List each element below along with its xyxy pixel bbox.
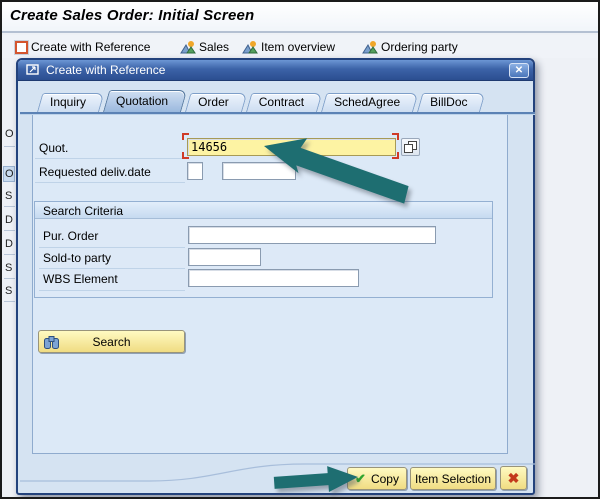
quot-label: Quot. (39, 141, 69, 155)
pur-order-field[interactable] (188, 226, 436, 244)
screenshot-root: Create Sales Order: Initial Screen Creat… (0, 0, 600, 499)
red-x-icon: ✖ (507, 469, 520, 486)
create-with-reference-dialog: Create with Reference ✕ Inquiry Quotatio… (16, 58, 535, 495)
item-selection-label: Item Selection (414, 471, 492, 486)
mountains-icon (180, 41, 196, 54)
search-criteria-header: Search Criteria (35, 202, 492, 219)
copy-icon[interactable] (401, 138, 420, 156)
background-screen-left-edge: O O S D D S S (2, 102, 15, 362)
item-selection-button[interactable]: Item Selection (410, 467, 496, 490)
row-divider (39, 268, 185, 269)
focus-bracket (182, 133, 189, 140)
focus-bracket (392, 152, 399, 159)
quotation-tab-panel: Quot. Requested deliv.date (32, 115, 508, 454)
toolbar-item-ordering-party[interactable]: Ordering party (362, 38, 458, 56)
row-divider (35, 158, 185, 159)
wbs-element-field[interactable] (188, 269, 359, 287)
toolbar-item-label: Item overview (261, 40, 336, 54)
toolbar-item-sales[interactable]: Sales (180, 38, 229, 56)
search-criteria-group: Search Criteria Pur. Order Sold-to party… (34, 201, 493, 298)
requested-deliv-date-label: Requested deliv.date (39, 165, 151, 179)
row-divider (35, 182, 185, 183)
search-button-label: Search (92, 334, 131, 349)
dialog-body: Inquiry Quotation Order Contract SchedAg… (20, 81, 535, 495)
create-with-reference-icon (15, 40, 28, 54)
close-icon[interactable]: ✕ (509, 63, 529, 78)
deliv-date-field[interactable] (222, 162, 296, 180)
background-label-fragment: D (5, 238, 13, 250)
search-criteria-title: Search Criteria (43, 204, 124, 218)
sold-to-party-field[interactable] (188, 248, 261, 266)
green-check-icon: ✔ (355, 470, 366, 486)
pur-order-label: Pur. Order (43, 229, 99, 243)
mountains-icon (362, 41, 378, 54)
app-toolbar: Create with Reference Sales Item overvie… (2, 35, 598, 58)
focus-bracket (182, 152, 189, 159)
tab-strip-divider-light (20, 114, 535, 115)
tab-contract[interactable]: Contract (246, 93, 317, 112)
binoculars-icon (44, 336, 59, 349)
wbs-element-label: WBS Element (43, 272, 118, 286)
dialog-title: Create with Reference (46, 63, 166, 77)
quotation-number-field[interactable] (187, 138, 396, 156)
mountains-icon (242, 41, 258, 54)
sold-to-party-label: Sold-to party (43, 251, 112, 265)
copy-button[interactable]: ✔ Copy (347, 467, 407, 490)
background-label-fragment: S (5, 190, 13, 202)
background-label-fragment: S (5, 285, 13, 297)
toolbar-item-label: Ordering party (381, 40, 458, 54)
background-label-fragment: O (5, 168, 14, 180)
app-header: Create Sales Order: Initial Screen (2, 2, 598, 33)
background-label-fragment: O (5, 128, 14, 140)
toolbar-item-label: Sales (199, 40, 230, 54)
toolbar-item-create-with-reference[interactable]: Create with Reference (15, 38, 150, 56)
search-button[interactable]: Search (38, 330, 185, 353)
dialog-icon (26, 64, 39, 75)
cancel-button[interactable]: ✖ (500, 466, 527, 490)
tab-billdoc[interactable]: BillDoc (417, 93, 480, 112)
tab-quotation[interactable]: Quotation (103, 90, 181, 112)
toolbar-item-item-overview[interactable]: Item overview (242, 38, 335, 56)
tab-strip: Inquiry Quotation Order Contract SchedAg… (37, 90, 485, 112)
row-divider (39, 290, 185, 291)
tab-inquiry[interactable]: Inquiry (37, 93, 99, 112)
background-label-fragment: S (5, 262, 13, 274)
toolbar-item-label: Create with Reference (31, 40, 151, 54)
dialog-titlebar[interactable]: Create with Reference ✕ (18, 60, 533, 81)
copy-button-label: Copy (370, 471, 399, 486)
tab-schedagree[interactable]: SchedAgree (321, 93, 413, 112)
deliv-date-type-field[interactable] (187, 162, 203, 180)
tab-order[interactable]: Order (185, 93, 242, 112)
background-label-fragment: D (5, 214, 13, 226)
page-title: Create Sales Order: Initial Screen (10, 7, 255, 24)
row-divider (39, 247, 185, 248)
focus-bracket (392, 133, 399, 140)
